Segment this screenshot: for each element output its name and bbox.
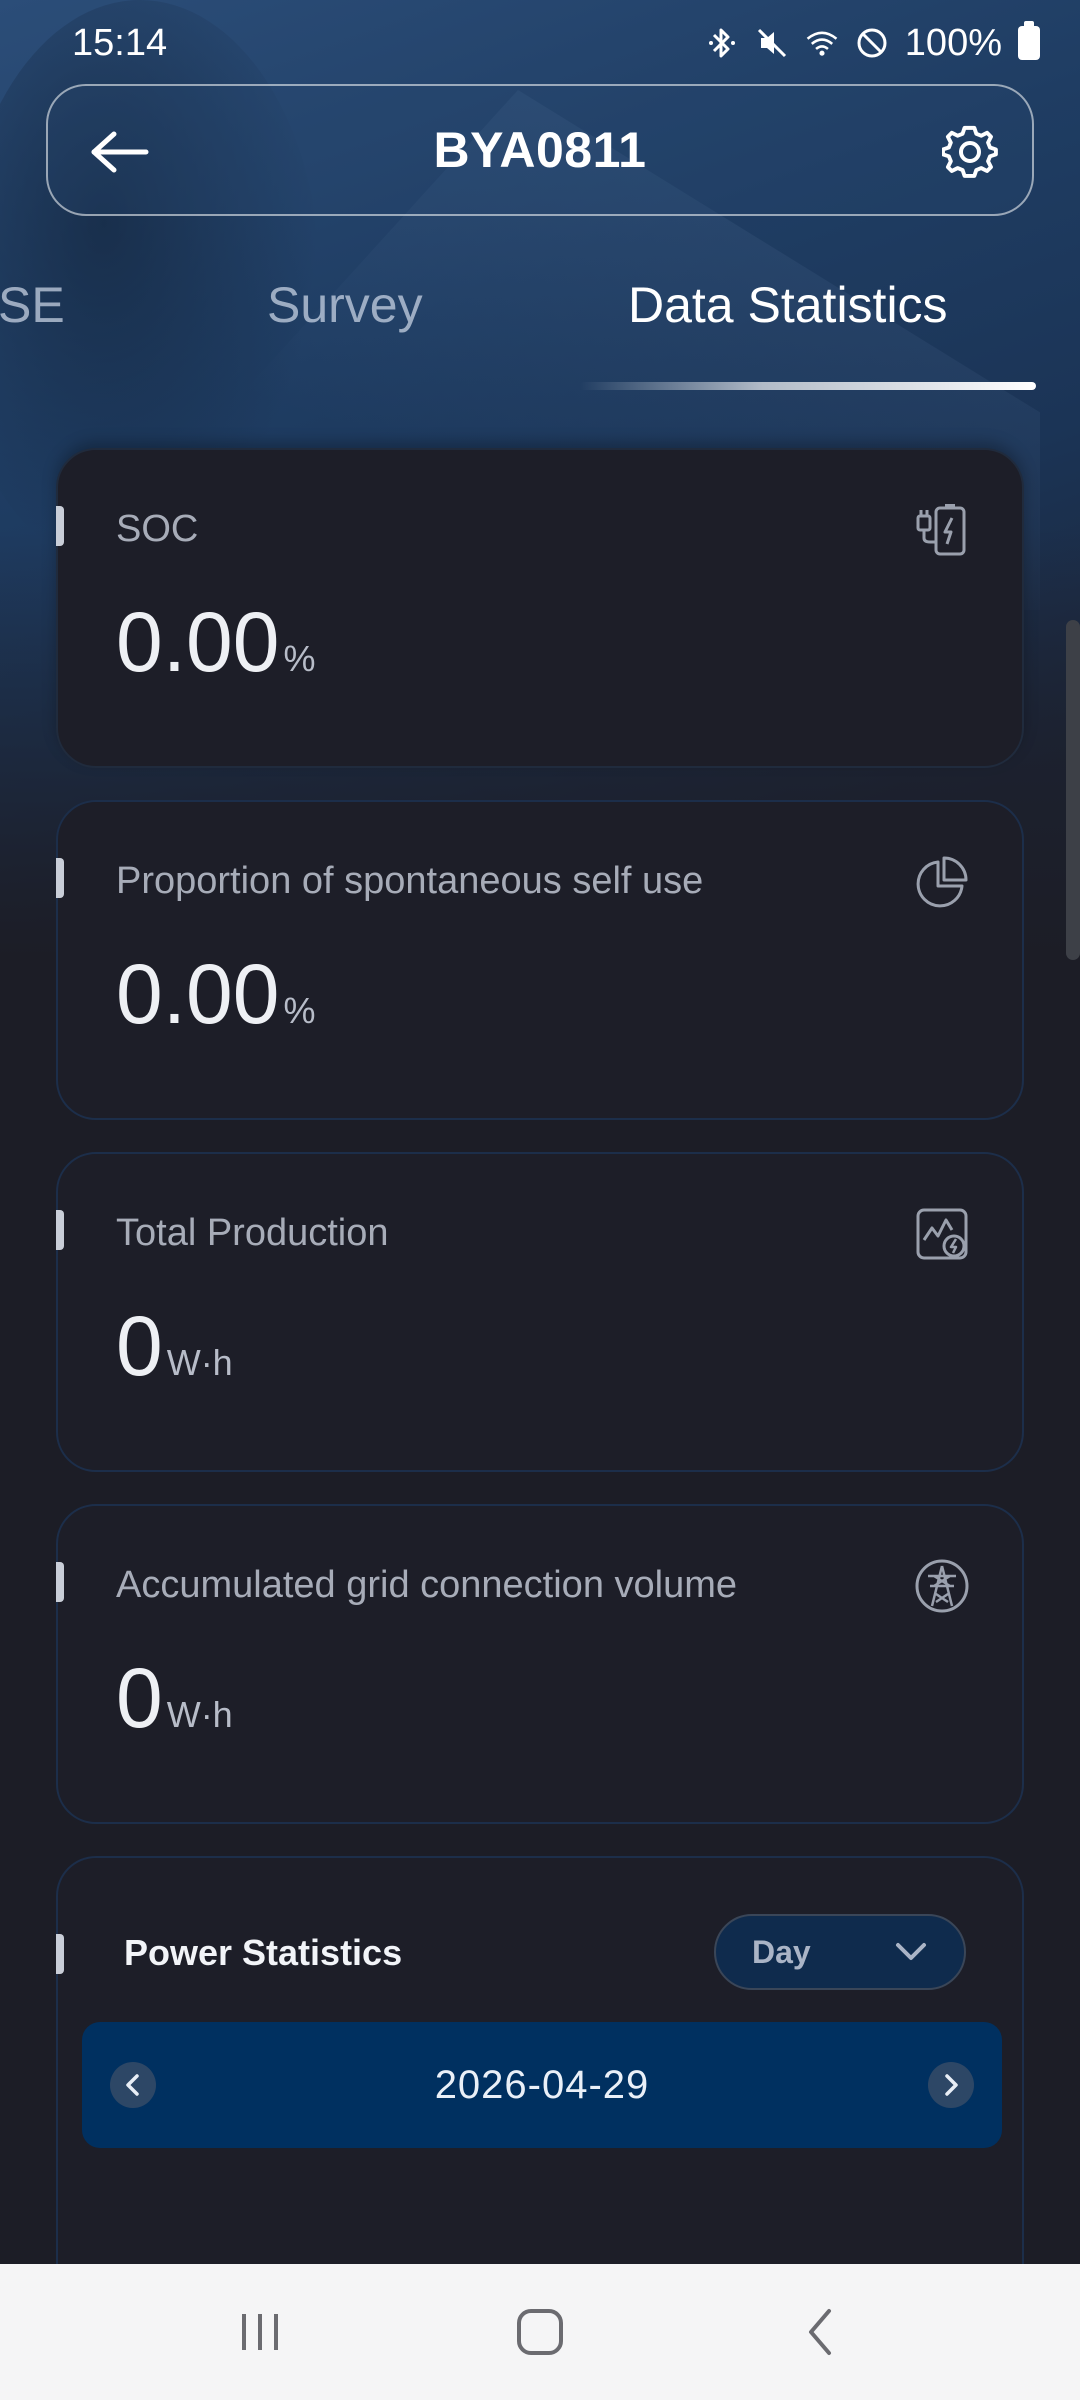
battery-icon bbox=[1018, 21, 1040, 60]
grid-connection-number: 0 bbox=[116, 1651, 163, 1745]
chevron-left-icon bbox=[126, 2074, 139, 2096]
self-use-value: 0.00 % bbox=[116, 952, 316, 1036]
system-navigation-bar bbox=[0, 2264, 1080, 2400]
self-use-unit: % bbox=[283, 990, 316, 1031]
total-production-label: Total Production bbox=[116, 1212, 389, 1254]
selected-date[interactable]: 2026-04-29 bbox=[435, 2063, 650, 2108]
tab-se[interactable]: SE bbox=[0, 276, 65, 334]
soc-unit: % bbox=[283, 638, 316, 679]
back-icon bbox=[809, 2309, 831, 2355]
app-screen: 15:14 100% BYA0811 SE Survey Data Statis… bbox=[0, 0, 1080, 2400]
power-tower-icon bbox=[914, 1558, 970, 1614]
grid-connection-label: Accumulated grid connection volume bbox=[116, 1564, 738, 1606]
recent-apps-icon bbox=[242, 2314, 278, 2350]
tab-bar: SE Survey Data Statistics bbox=[0, 258, 1080, 390]
soc-label: SOC bbox=[116, 508, 199, 550]
total-production-value: 0 W·h bbox=[116, 1304, 233, 1388]
date-picker-bar: 2026-04-29 bbox=[82, 2022, 1002, 2148]
card-marker bbox=[56, 1210, 64, 1250]
home-icon bbox=[517, 2309, 563, 2355]
home-button[interactable] bbox=[495, 2287, 585, 2377]
tab-data-statistics[interactable]: Data Statistics bbox=[628, 276, 948, 334]
grid-connection-unit: W·h bbox=[166, 1694, 233, 1735]
total-production-number: 0 bbox=[116, 1299, 163, 1393]
period-select-value: Day bbox=[752, 1933, 811, 1970]
self-use-number: 0.00 bbox=[116, 947, 280, 1041]
back-nav-button[interactable] bbox=[775, 2287, 865, 2377]
active-tab-indicator bbox=[580, 382, 1036, 390]
production-chart-icon bbox=[914, 1206, 970, 1262]
grid-connection-value: 0 W·h bbox=[116, 1656, 233, 1740]
total-production-unit: W·h bbox=[166, 1342, 233, 1383]
gear-icon bbox=[942, 125, 998, 178]
soc-number: 0.00 bbox=[116, 595, 280, 689]
do-not-disturb-icon bbox=[855, 26, 889, 60]
wifi-icon bbox=[805, 26, 839, 60]
mute-icon bbox=[755, 26, 789, 60]
next-date-button[interactable] bbox=[928, 2062, 974, 2108]
chevron-right-icon bbox=[945, 2074, 958, 2096]
scrollbar[interactable] bbox=[1066, 620, 1080, 960]
chevron-down-icon bbox=[896, 1943, 926, 1960]
card-marker bbox=[56, 1934, 64, 1974]
recent-apps-button[interactable] bbox=[215, 2287, 305, 2377]
status-time: 15:14 bbox=[72, 21, 168, 64]
battery-percent: 100% bbox=[904, 21, 1002, 64]
tab-survey[interactable]: Survey bbox=[267, 276, 423, 334]
power-statistics-card: Power Statistics Day 2026-04-29 bbox=[56, 1856, 1024, 2276]
soc-value: 0.00 % bbox=[116, 600, 316, 684]
arrow-left-icon bbox=[91, 131, 149, 173]
power-statistics-title: Power Statistics bbox=[124, 1932, 403, 1973]
card-marker bbox=[56, 858, 64, 898]
battery-charge-icon bbox=[914, 502, 970, 558]
pie-chart-icon bbox=[914, 854, 970, 910]
bluetooth-icon bbox=[705, 26, 739, 60]
period-select[interactable]: Day bbox=[714, 1914, 966, 1990]
status-bar: 15:14 100% bbox=[0, 0, 1080, 86]
previous-date-button[interactable] bbox=[110, 2062, 156, 2108]
back-button[interactable] bbox=[88, 122, 152, 182]
page-title: BYA0811 bbox=[433, 122, 647, 178]
card-marker bbox=[56, 506, 64, 546]
status-icons: 100% bbox=[705, 21, 1040, 65]
self-use-card: Proportion of spontaneous self use 0.00 … bbox=[56, 800, 1024, 1120]
grid-connection-card: Accumulated grid connection volume 0 W·h bbox=[56, 1504, 1024, 1824]
soc-card: SOC 0.00 % bbox=[56, 448, 1024, 768]
settings-button[interactable] bbox=[938, 120, 1002, 184]
total-production-card: Total Production 0 W·h bbox=[56, 1152, 1024, 1472]
device-header: BYA0811 bbox=[46, 84, 1034, 216]
self-use-label: Proportion of spontaneous self use bbox=[116, 860, 704, 902]
card-marker bbox=[56, 1562, 64, 1602]
